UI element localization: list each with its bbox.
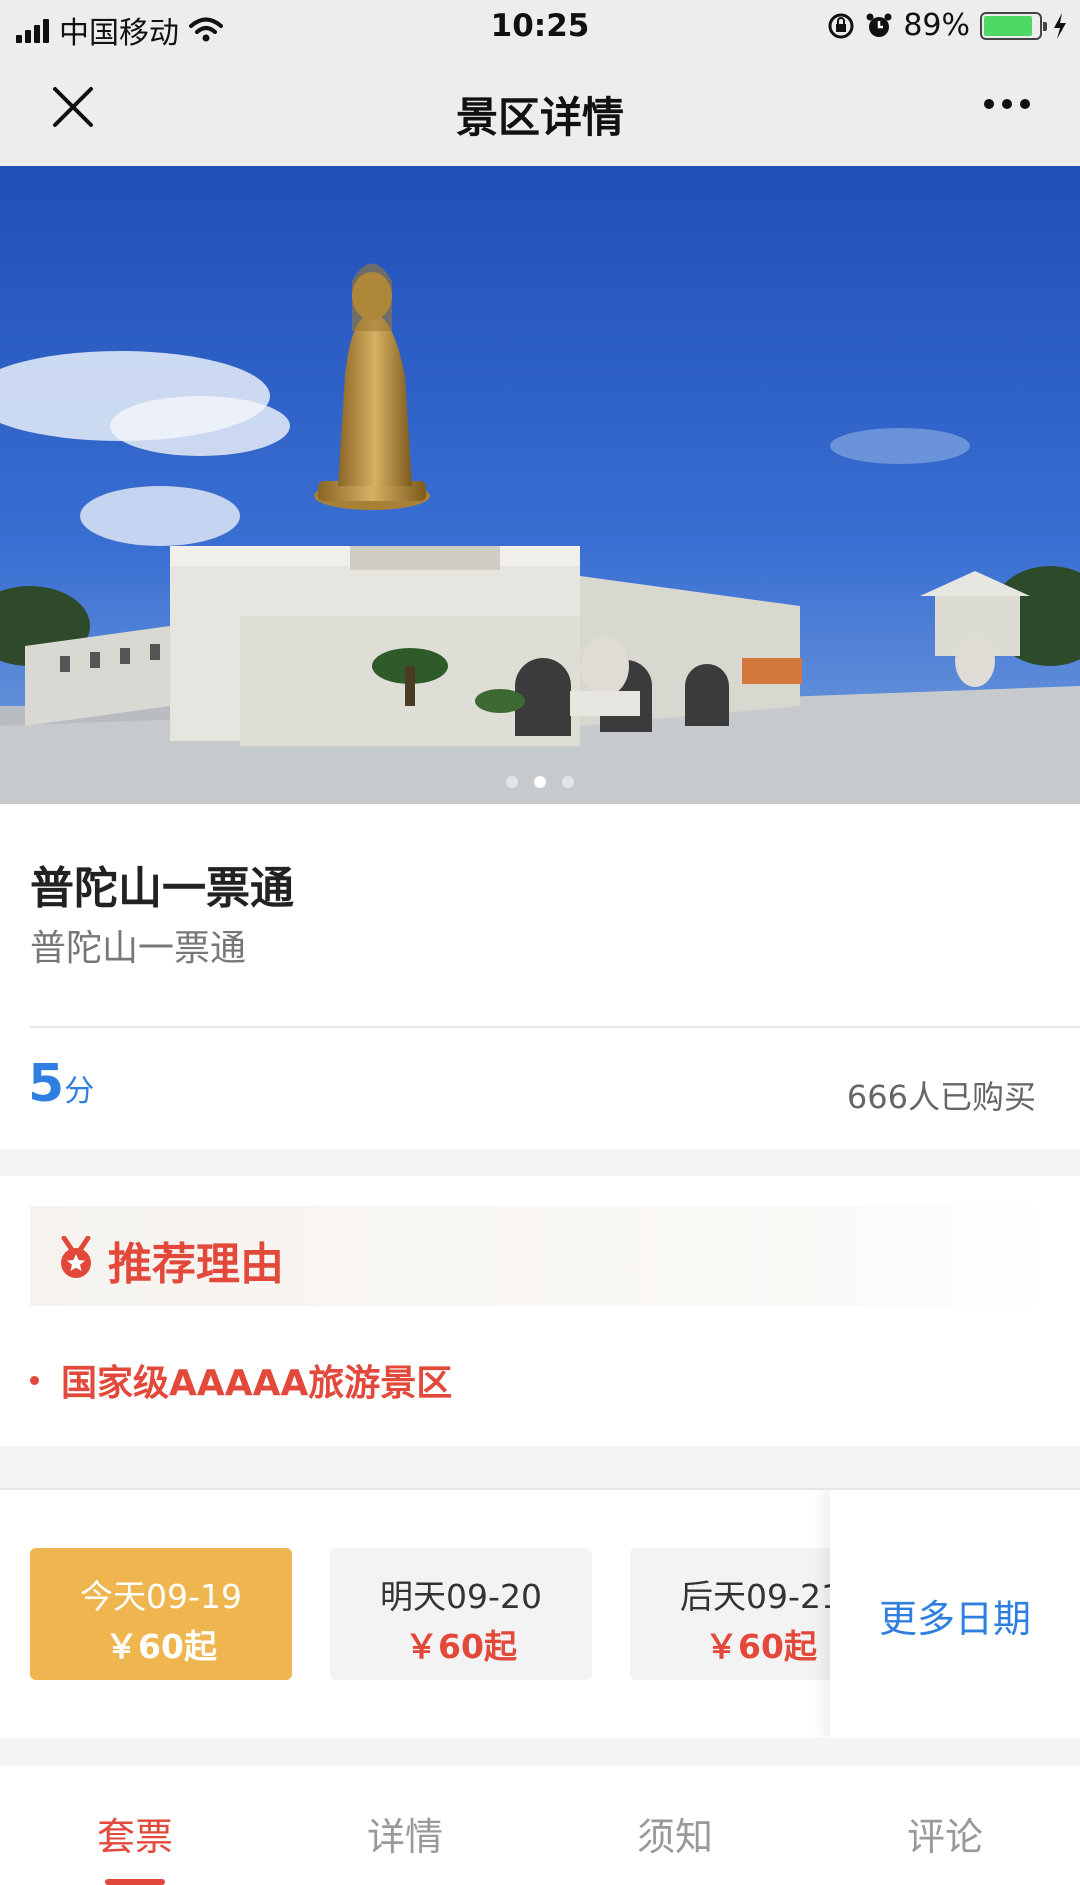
page-title: 景区详情: [455, 93, 624, 142]
recommend-title: 推荐理由: [108, 1239, 284, 1290]
recommend-section: 推荐理由 国家级AAAAA旅游景区: [0, 1176, 1080, 1446]
battery-icon: [980, 11, 1047, 40]
date-price: ￥60起: [405, 1627, 517, 1666]
carousel-dot[interactable]: [506, 776, 518, 788]
status-bar: 中国移动 10:25 89%: [0, 0, 1080, 54]
banner-image: [0, 166, 1080, 804]
divider: [30, 1026, 1080, 1028]
tab-reviews[interactable]: 评论: [810, 1766, 1080, 1885]
nav-bar: 景区详情: [0, 54, 1080, 166]
tab-notice[interactable]: 须知: [540, 1766, 810, 1885]
date-selector: 今天09-19 ￥60起 明天09-20 ￥60起 后天09-21 ￥60起 更…: [0, 1488, 1080, 1738]
date-price: ￥60起: [105, 1627, 217, 1666]
battery-percent: 89%: [903, 8, 970, 43]
bullet: [30, 1375, 39, 1385]
medal-icon: [61, 1236, 91, 1278]
score-unit: 分: [64, 1074, 95, 1109]
status-right: 89%: [827, 8, 1068, 43]
carousel-dots: [0, 776, 1080, 788]
more-dates-button[interactable]: 更多日期: [830, 1490, 1080, 1738]
date-option-tomorrow[interactable]: 明天09-20 ￥60起: [330, 1548, 592, 1680]
date-label: 今天09-19: [80, 1577, 242, 1616]
tab-bar: 套票 详情 须知 评论: [0, 1766, 1080, 1885]
banner-carousel[interactable]: [0, 166, 1080, 804]
tab-packages[interactable]: 套票: [0, 1766, 270, 1885]
carousel-dot[interactable]: [534, 776, 546, 788]
recommend-item-text: 国家级AAAAA旅游景区: [61, 1363, 453, 1404]
date-option-today[interactable]: 今天09-19 ￥60起: [30, 1548, 292, 1680]
more-icon[interactable]: [984, 99, 1030, 109]
charging-icon: [1054, 12, 1066, 39]
date-label: 明天09-20: [380, 1577, 542, 1616]
score-value: 5: [28, 1054, 65, 1114]
scenic-title: 普陀山一票通: [30, 863, 294, 914]
scenic-subtitle: 普陀山一票通: [30, 928, 247, 969]
sold-count: 666人已购买: [846, 1078, 1036, 1116]
carousel-dot[interactable]: [562, 776, 574, 788]
recommend-item: 国家级AAAAA旅游景区: [30, 1354, 452, 1406]
rotation-lock-icon: [828, 13, 854, 38]
tab-details[interactable]: 详情: [270, 1766, 540, 1885]
score: 5分: [28, 1054, 94, 1114]
recommend-header: 推荐理由: [30, 1206, 1050, 1306]
scenic-info-card: 普陀山一票通 普陀山一票通 5分 666人已购买: [0, 804, 1080, 1149]
alarm-icon: [866, 13, 892, 37]
